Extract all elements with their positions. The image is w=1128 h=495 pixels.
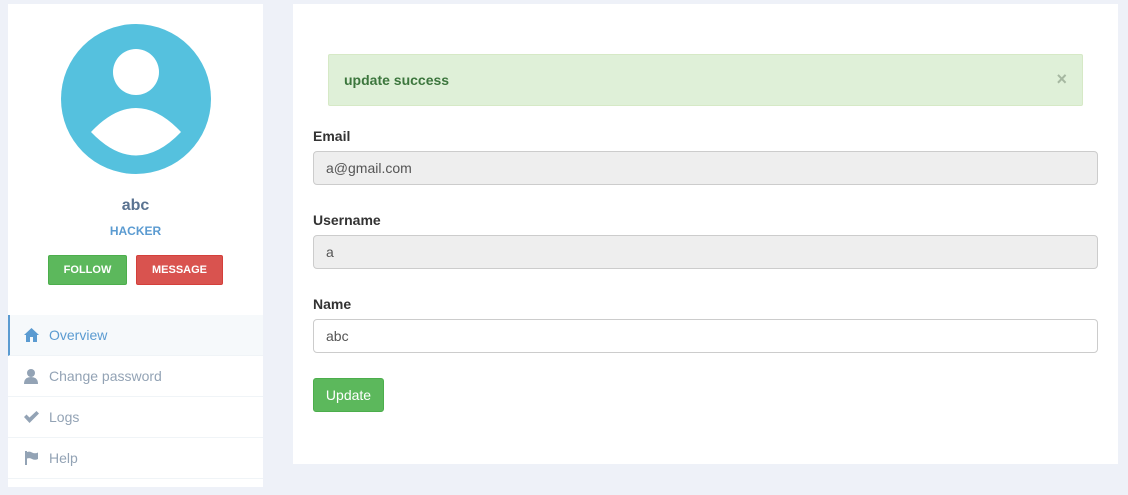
sidebar-item-overview[interactable]: Overview bbox=[8, 315, 263, 356]
sidebar-item-label: Help bbox=[49, 450, 78, 466]
main-panel: update success × Email a@gmail.com Usern… bbox=[293, 4, 1118, 464]
alert-message: update success bbox=[344, 72, 450, 88]
sidebar-item-label: Logs bbox=[49, 409, 80, 425]
email-label: Email bbox=[313, 128, 351, 144]
flag-icon bbox=[23, 450, 39, 466]
user-icon bbox=[23, 368, 39, 384]
username-field[interactable]: a bbox=[313, 235, 1098, 269]
email-field[interactable]: a@gmail.com bbox=[313, 151, 1098, 185]
username-label: Username bbox=[313, 212, 381, 228]
sidebar-item-change-password[interactable]: Change password bbox=[8, 356, 263, 397]
sidebar-item-label: Change password bbox=[49, 368, 162, 384]
message-button[interactable]: MESSAGE bbox=[136, 255, 223, 285]
name-label: Name bbox=[313, 296, 352, 312]
name-field[interactable]: abc bbox=[313, 319, 1098, 353]
profile-name: abc bbox=[121, 197, 150, 214]
check-icon bbox=[23, 409, 39, 425]
sidebar-item-label: Overview bbox=[49, 327, 108, 343]
follow-button[interactable]: FOLLOW bbox=[48, 255, 127, 285]
sidebar-item-logs[interactable]: Logs bbox=[8, 397, 263, 438]
home-icon bbox=[23, 327, 39, 343]
sidebar-item-help[interactable]: Help bbox=[8, 438, 263, 479]
update-button[interactable]: Update bbox=[313, 378, 384, 412]
avatar bbox=[61, 24, 211, 174]
profile-role: HACKER bbox=[109, 224, 162, 238]
profile-sidebar: abc HACKER FOLLOW MESSAGE Overview Chang… bbox=[8, 4, 263, 487]
success-alert: update success × bbox=[328, 54, 1083, 106]
sidebar-menu: Overview Change password Logs Help bbox=[8, 315, 263, 479]
close-icon[interactable]: × bbox=[1056, 70, 1067, 88]
